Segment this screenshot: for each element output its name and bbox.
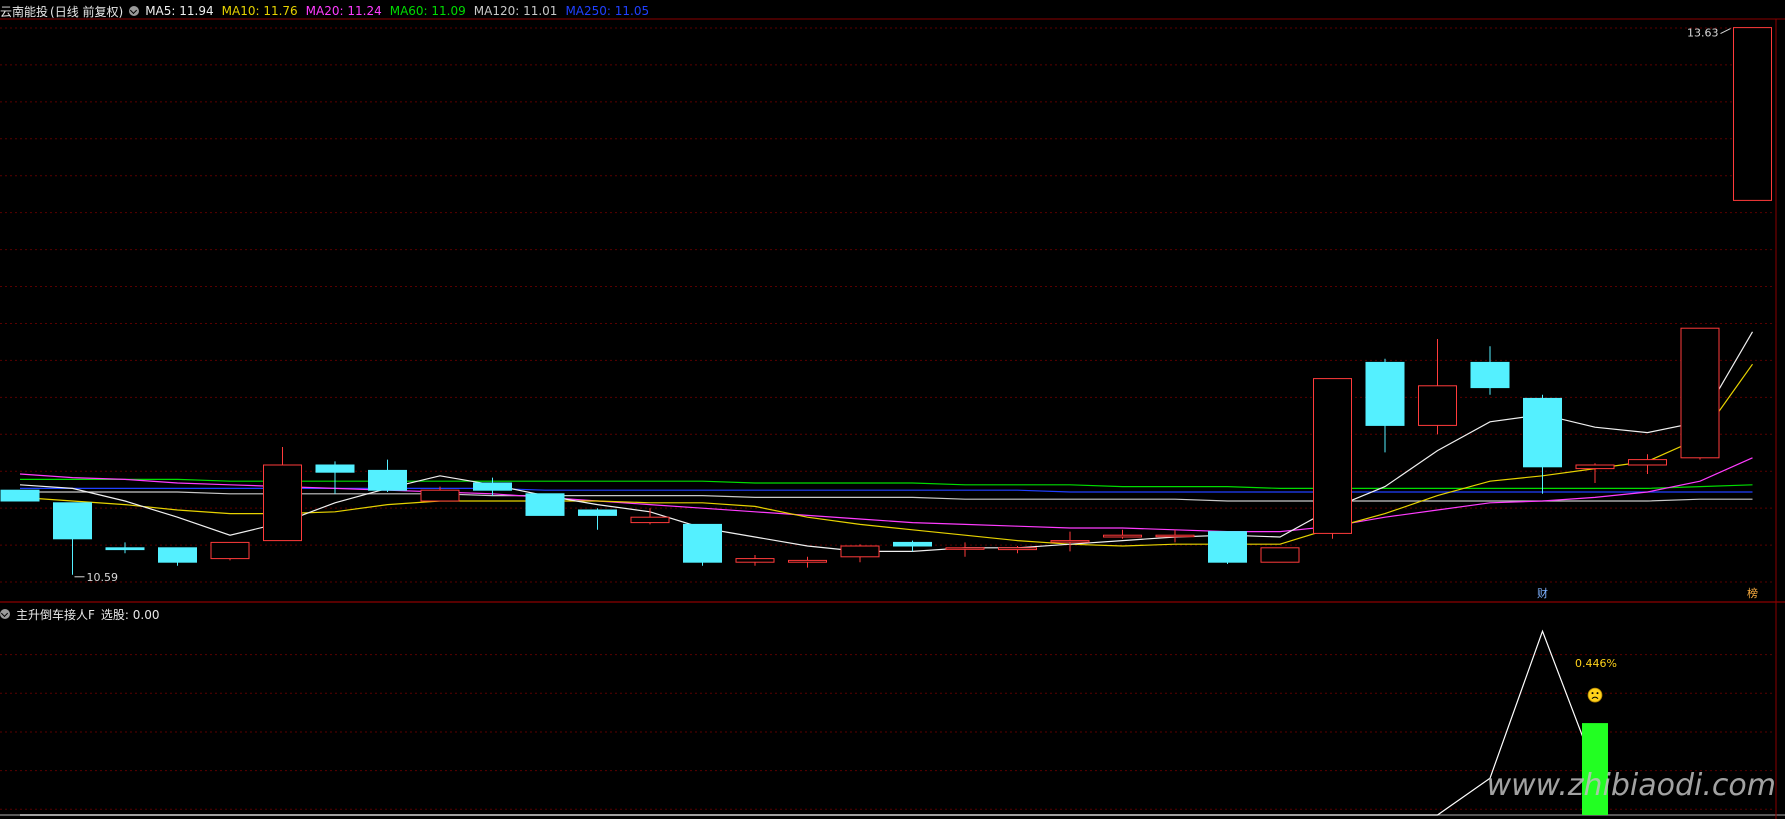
candle-body [1313, 378, 1352, 534]
chart-mode-label: (日线 前复权) [50, 4, 124, 19]
low-price-label: 10.59 [87, 571, 119, 584]
candlestick-series[interactable] [0, 27, 1772, 575]
candle[interactable] [945, 542, 985, 557]
candle-body [105, 547, 145, 551]
candle-body [0, 489, 40, 502]
candle[interactable] [1103, 529, 1142, 539]
candle-body [683, 523, 722, 563]
candle[interactable] [840, 544, 880, 563]
candle[interactable] [1208, 531, 1247, 564]
candle-body [840, 545, 880, 558]
watermark: www.zhibiaodi.com [1487, 768, 1776, 803]
candle-body [420, 489, 460, 502]
high-price-label: 13.63 [1687, 27, 1719, 40]
panel-menu-button[interactable] [129, 6, 140, 16]
candle-body [1155, 534, 1195, 538]
candle[interactable] [525, 493, 565, 516]
candle[interactable] [263, 447, 302, 542]
indicator-line [20, 629, 1596, 816]
event-marker[interactable]: 榜 [1747, 586, 1758, 600]
candle-body [945, 547, 985, 550]
candle-body [1208, 531, 1247, 563]
candle-body [263, 464, 302, 542]
candle[interactable] [1050, 531, 1090, 552]
candle-body [53, 502, 92, 540]
ma-legend-item: MA60: 11.09 [389, 4, 466, 18]
candle-body [893, 541, 932, 547]
chart-labels: 13.63 10.59 财 榜 www.zhibiaodi.com [74, 27, 1776, 803]
event-marker[interactable]: 财 [1537, 586, 1548, 600]
candle-body [1470, 361, 1510, 389]
candle[interactable] [1365, 358, 1405, 453]
candle-body [315, 464, 355, 473]
stock-chart: 0.446% 13.63 10.59 财 榜 www.zhibiaodi.com [0, 18, 1785, 819]
candle-body [1050, 540, 1090, 543]
candle-body [1628, 459, 1667, 466]
candle-body [473, 482, 512, 491]
ma-legend-item: MA10: 11.76 [221, 4, 298, 18]
high-price-pointer [1720, 28, 1731, 35]
candle-body [1575, 464, 1615, 470]
candle[interactable] [1470, 346, 1510, 395]
candle-body [525, 493, 565, 516]
candle-body [1733, 27, 1772, 201]
indicator-series: 0.446% [20, 629, 1617, 816]
candle[interactable] [735, 555, 775, 566]
candle[interactable] [893, 540, 932, 552]
candle[interactable] [368, 459, 407, 492]
candle-body [1523, 397, 1562, 468]
candle[interactable] [0, 489, 40, 502]
ma-legend-item: MA250: 11.05 [565, 4, 650, 18]
main-panel-header: 云南能投 (日线 前复权) MA5: 11.94 MA10: 11.76 MA20:… [0, 1, 663, 21]
candle[interactable] [53, 502, 92, 575]
candle-body [788, 559, 827, 563]
candle-body [1260, 547, 1300, 563]
candle[interactable] [1313, 378, 1352, 539]
candle-body [998, 547, 1037, 551]
ma-legend-item: MA20: 11.24 [305, 4, 382, 18]
candle-body [735, 558, 775, 563]
candle-body [1680, 327, 1720, 459]
sub-panel-header: 主升倒车接人F 选股: 0.00 [0, 604, 165, 624]
candle[interactable] [578, 508, 617, 530]
candle-body [368, 469, 407, 491]
candle[interactable] [1680, 327, 1720, 460]
percent-label: 0.446% [1575, 657, 1617, 670]
candle[interactable] [1418, 339, 1457, 435]
sad-face-icon [1587, 687, 1603, 703]
candle[interactable] [683, 523, 722, 566]
indicator-name: 主升倒车接人F [16, 607, 95, 622]
candle-body [1418, 385, 1457, 426]
panel-separators [0, 18, 1785, 819]
candle[interactable] [1523, 394, 1562, 494]
stock-name: 云南能投 [0, 4, 49, 19]
candle[interactable] [1260, 547, 1300, 563]
candle-body [1103, 534, 1142, 538]
candle-body [1365, 361, 1405, 426]
ma-legend-item: MA120: 11.01 [473, 4, 558, 18]
candle[interactable] [1733, 27, 1772, 201]
candle[interactable] [1155, 529, 1195, 543]
candle[interactable] [788, 556, 827, 568]
candle-body [158, 547, 197, 563]
sub-panel-menu-button[interactable] [0, 609, 10, 619]
candle[interactable] [210, 541, 250, 561]
candle[interactable] [1575, 463, 1615, 483]
candle[interactable] [158, 547, 197, 566]
ma-legend: MA5: 11.94 MA10: 11.76 MA20: 11.24 MA60: 11… [145, 4, 657, 18]
candle-body [578, 509, 617, 516]
candle-body [630, 516, 670, 524]
indicator-value: 选股: 0.00 [100, 607, 160, 622]
candle-body [210, 541, 250, 560]
candle[interactable] [105, 542, 145, 554]
ma-legend-item: MA5: 11.94 [145, 4, 214, 18]
